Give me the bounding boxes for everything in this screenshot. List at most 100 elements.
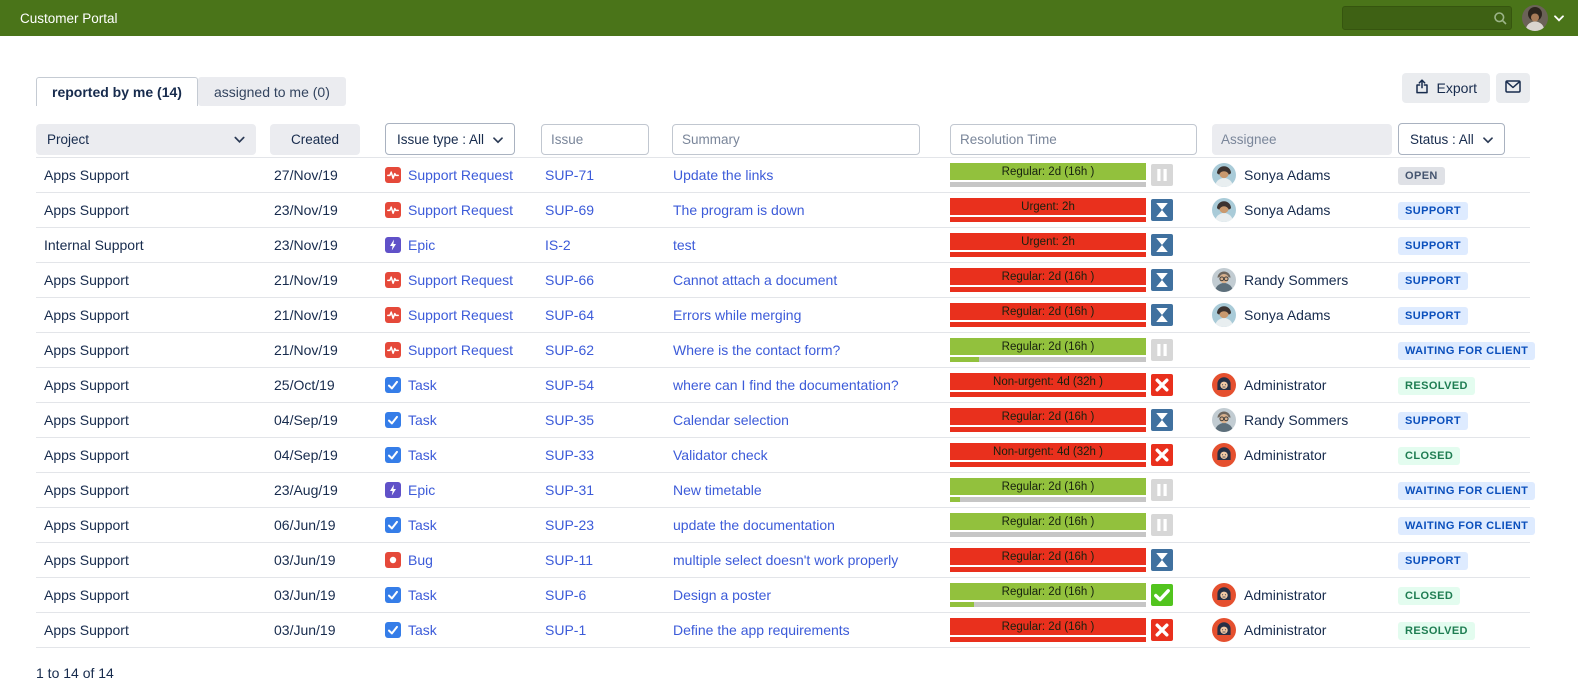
summary-link[interactable]: where can I find the documentation?	[673, 377, 899, 393]
sla-progress-track	[950, 462, 1146, 467]
status-cell: SUPPORT	[1395, 306, 1530, 325]
sla-bar: Regular: 2d (16h )	[950, 548, 1146, 572]
topbar: Customer Portal	[0, 0, 1578, 36]
summary-link[interactable]: update the documentation	[673, 517, 835, 533]
created-cell: 27/Nov/19	[266, 167, 379, 183]
issue-type-label: Bug	[408, 552, 433, 568]
summary-link[interactable]: Cannot attach a document	[673, 272, 837, 288]
assignee-cell: Randy Sommers	[1205, 408, 1395, 432]
issue-key-link[interactable]: SUP-1	[545, 622, 586, 638]
issue-type-cell: Epic	[379, 482, 537, 498]
assignee-name: Administrator	[1244, 587, 1326, 603]
search-icon[interactable]	[1489, 11, 1511, 26]
issue-key-link[interactable]: SUP-62	[545, 342, 594, 358]
export-button[interactable]: Export	[1402, 73, 1490, 103]
summary-link[interactable]: test	[673, 237, 696, 253]
hourglass-icon	[1151, 199, 1173, 221]
status-cell: SUPPORT	[1395, 411, 1530, 430]
avatar	[1212, 618, 1236, 642]
support-request-icon	[385, 202, 401, 218]
project-filter-select[interactable]: Project	[36, 124, 256, 155]
issue-type-filter-select[interactable]: Issue type : All	[385, 123, 515, 155]
issue-type-cell: Support Request	[379, 342, 537, 358]
sla-bar: Regular: 2d (16h )	[950, 163, 1146, 187]
project-cell: Apps Support	[36, 272, 266, 288]
search-box[interactable]	[1342, 6, 1512, 30]
user-avatar[interactable]	[1522, 5, 1548, 31]
project-cell: Apps Support	[36, 377, 266, 393]
sla-progress-track	[950, 217, 1146, 222]
summary-link[interactable]: New timetable	[673, 482, 762, 498]
issue-key-link[interactable]: SUP-11	[545, 552, 593, 568]
sla-progress-fill	[950, 287, 1146, 292]
resolution-time-filter-input[interactable]	[950, 124, 1197, 155]
issue-type-cell: Support Request	[379, 307, 537, 323]
created-column-header[interactable]: Created	[270, 124, 360, 155]
issue-key-link[interactable]: SUP-66	[545, 272, 594, 288]
issue-key-link[interactable]: SUP-33	[545, 447, 594, 463]
issue-key-cell: SUP-23	[537, 517, 665, 533]
summary-link[interactable]: Where is the contact form?	[673, 342, 840, 358]
created-cell: 21/Nov/19	[266, 342, 379, 358]
assignee-filter-input[interactable]	[1212, 124, 1392, 155]
table-row: Apps Support06/Jun/19TaskSUP-23update th…	[36, 507, 1530, 542]
summary-link[interactable]: Errors while merging	[673, 307, 801, 323]
assignee-name: Sonya Adams	[1244, 202, 1330, 218]
export-icon	[1415, 79, 1429, 97]
created-cell: 25/Oct/19	[266, 377, 379, 393]
assignee-cell: Sonya Adams	[1205, 163, 1395, 187]
tab-reported-by-me[interactable]: reported by me (14)	[36, 77, 198, 106]
issue-type-cell: Task	[379, 412, 537, 428]
project-cell: Apps Support	[36, 622, 266, 638]
summary-link[interactable]: Validator check	[673, 447, 768, 463]
issue-key-link[interactable]: SUP-64	[545, 307, 594, 323]
pause-icon	[1151, 514, 1173, 536]
summary-link[interactable]: Calendar selection	[673, 412, 789, 428]
search-input[interactable]	[1343, 11, 1489, 25]
mail-button[interactable]	[1496, 73, 1530, 103]
sla-label: Non-urgent: 4d (32h )	[950, 373, 1146, 390]
tabs-row: reported by me (14) assigned to me (0) E…	[36, 73, 1530, 106]
summary-link[interactable]: Update the links	[673, 167, 773, 183]
issue-type-label: Support Request	[408, 202, 513, 218]
pause-icon	[1151, 339, 1173, 361]
issue-key-link[interactable]: SUP-54	[545, 377, 594, 393]
assignee-name: Administrator	[1244, 447, 1326, 463]
issue-key-cell: SUP-1	[537, 622, 665, 638]
project-cell: Apps Support	[36, 412, 266, 428]
issue-key-link[interactable]: SUP-71	[545, 167, 594, 183]
hourglass-icon	[1151, 304, 1173, 326]
status-badge: RESOLVED	[1398, 622, 1475, 640]
epic-icon	[385, 237, 401, 253]
summary-link[interactable]: Design a poster	[673, 587, 771, 603]
project-cell: Apps Support	[36, 552, 266, 568]
issue-key-link[interactable]: IS-2	[545, 237, 571, 253]
issue-key-link[interactable]: SUP-23	[545, 517, 594, 533]
summary-cell: Where is the contact form?	[665, 342, 943, 358]
sla-bar: Regular: 2d (16h )	[950, 583, 1146, 607]
issue-key-link[interactable]: SUP-6	[545, 587, 586, 603]
project-cell: Apps Support	[36, 167, 266, 183]
issue-type-cell: Task	[379, 447, 537, 463]
issue-key-link[interactable]: SUP-31	[545, 482, 594, 498]
issue-filter-input[interactable]	[541, 124, 649, 155]
created-cell: 04/Sep/19	[266, 412, 379, 428]
chevron-down-icon[interactable]	[1554, 9, 1564, 27]
app-title: Customer Portal	[20, 11, 118, 26]
summary-filter-input[interactable]	[672, 124, 920, 155]
avatar	[1212, 303, 1236, 327]
sla-label: Regular: 2d (16h )	[950, 408, 1146, 425]
sla-bar: Non-urgent: 4d (32h )	[950, 373, 1146, 397]
summary-link[interactable]: The program is down	[673, 202, 805, 218]
issue-key-link[interactable]: SUP-69	[545, 202, 594, 218]
issue-key-link[interactable]: SUP-35	[545, 412, 594, 428]
summary-link[interactable]: Define the app requirements	[673, 622, 850, 638]
status-badge: WAITING FOR CLIENT	[1398, 342, 1535, 360]
sla-bar: Regular: 2d (16h )	[950, 268, 1146, 292]
chevron-down-icon	[493, 132, 503, 147]
status-filter-select[interactable]: Status : All	[1398, 123, 1505, 155]
tab-assigned-to-me[interactable]: assigned to me (0)	[198, 77, 346, 106]
sla-label: Regular: 2d (16h )	[950, 548, 1146, 565]
user-menu[interactable]	[1522, 5, 1564, 31]
summary-link[interactable]: multiple select doesn't work properly	[673, 552, 898, 568]
